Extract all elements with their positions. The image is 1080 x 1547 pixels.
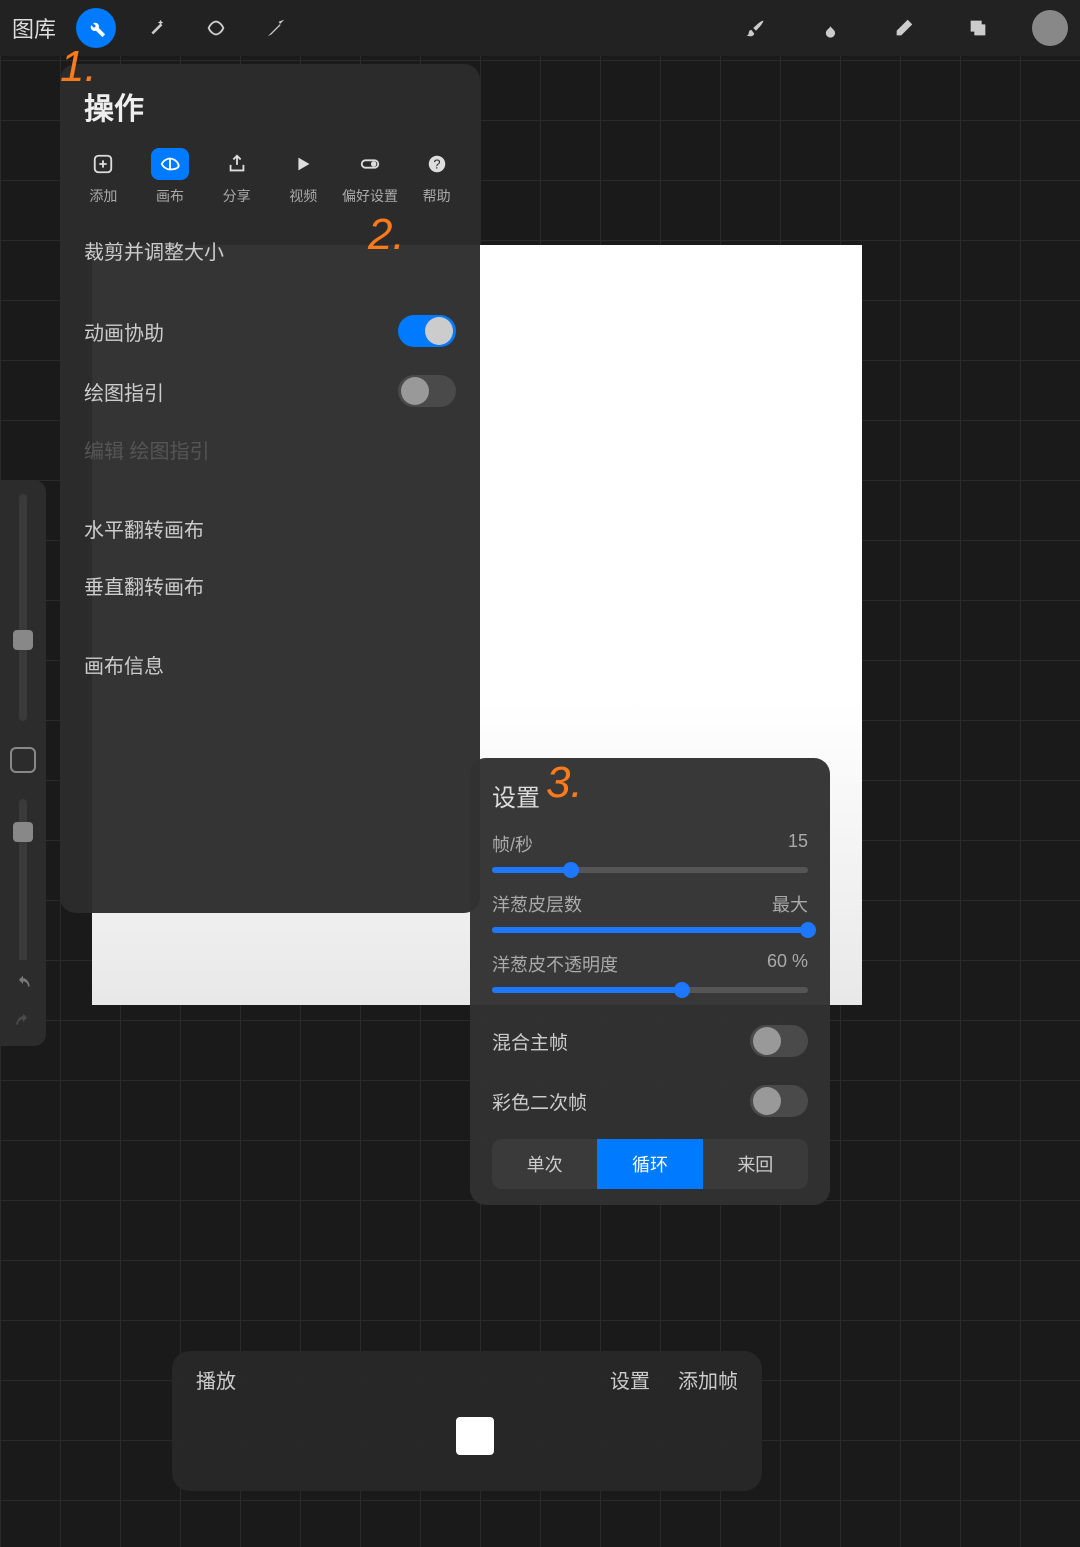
onion-layers-slider[interactable] (492, 927, 808, 933)
wand-icon (145, 17, 167, 39)
color-secondary-label: 彩色二次帧 (492, 1088, 587, 1115)
adjustments-button[interactable] (136, 8, 176, 48)
tab-video-label: 视频 (289, 186, 317, 206)
selection-button[interactable] (196, 8, 236, 48)
smudge-icon (819, 17, 841, 39)
onion-opacity-row: 洋葱皮不透明度 60 % (492, 951, 808, 993)
tab-prefs[interactable]: 偏好设置 (340, 148, 400, 206)
animation-settings-panel: 设置 帧/秒15 洋葱皮层数最大 洋葱皮不透明度60 % 混合主帧 彩色二次帧 … (470, 758, 830, 1205)
play-icon (292, 153, 314, 175)
play-button[interactable]: 播放 (196, 1365, 236, 1394)
playback-mode-segment: 单次 循环 来回 (492, 1139, 808, 1189)
color-secondary-row: 彩色二次帧 (492, 1071, 808, 1131)
canvas-info-row[interactable]: 画布信息 (60, 636, 480, 693)
onion-opacity-slider[interactable] (492, 987, 808, 993)
tab-share[interactable]: 分享 (207, 148, 267, 206)
gallery-button[interactable]: 图库 (12, 12, 56, 44)
selection-icon (205, 17, 227, 39)
undo-redo-bar (0, 960, 46, 1046)
onion-opacity-value: 60 % (767, 951, 808, 977)
eraser-button[interactable] (884, 8, 924, 48)
tab-video[interactable]: 视频 (273, 148, 333, 206)
wrench-icon (85, 17, 107, 39)
blend-main-toggle[interactable] (750, 1025, 808, 1057)
animation-assist-toggle[interactable] (398, 315, 456, 347)
modify-button[interactable] (10, 747, 36, 773)
flip-horizontal-label: 水平翻转画布 (84, 514, 204, 543)
annotation-2: 2. (368, 210, 405, 260)
help-icon: ? (426, 153, 448, 175)
transform-button[interactable] (256, 8, 296, 48)
arrow-icon (265, 17, 287, 39)
drawing-guide-label: 绘图指引 (84, 377, 164, 406)
canvas-info-label: 画布信息 (84, 650, 164, 679)
share-icon (226, 153, 248, 175)
blend-main-label: 混合主帧 (492, 1028, 568, 1055)
drawing-guide-row: 绘图指引 (60, 361, 480, 421)
flip-vertical-label: 垂直翻转画布 (84, 571, 204, 600)
onion-opacity-label: 洋葱皮不透明度 (492, 951, 618, 977)
undo-icon[interactable] (13, 974, 33, 994)
panel-tabs: 添加 画布 分享 视频 偏好设置 ? 帮助 (60, 142, 480, 218)
drawing-guide-toggle[interactable] (398, 375, 456, 407)
tab-prefs-label: 偏好设置 (342, 186, 398, 206)
brush-size-slider[interactable] (19, 494, 27, 721)
redo-icon[interactable] (13, 1012, 33, 1032)
settings-title: 设置 (492, 778, 808, 813)
blend-main-row: 混合主帧 (492, 1011, 808, 1071)
annotation-1: 1. (60, 42, 97, 92)
brush-icon (745, 17, 767, 39)
tab-help[interactable]: ? 帮助 (407, 148, 467, 206)
eraser-icon (893, 17, 915, 39)
add-icon (92, 153, 114, 175)
top-toolbar: 图库 (0, 0, 1080, 56)
left-sidebar (0, 480, 46, 1040)
onion-layers-label: 洋葱皮层数 (492, 891, 582, 917)
segment-loop[interactable]: 循环 (597, 1139, 702, 1189)
color-secondary-toggle[interactable] (750, 1085, 808, 1117)
edit-drawing-guide-row: 编辑 绘图指引 (60, 421, 480, 478)
panel-title: 操作 (60, 84, 480, 142)
canvas-icon (159, 153, 181, 175)
fps-value: 15 (788, 831, 808, 857)
segment-pingpong[interactable]: 来回 (703, 1139, 808, 1189)
layers-button[interactable] (958, 8, 998, 48)
tab-help-label: 帮助 (423, 186, 451, 206)
annotation-3: 3. (546, 758, 583, 808)
flip-vertical-row[interactable]: 垂直翻转画布 (60, 557, 480, 614)
onion-layers-value: 最大 (772, 891, 808, 917)
animation-timeline-bar: 播放 设置 添加帧 (172, 1351, 762, 1491)
timeline-frame[interactable] (456, 1417, 494, 1455)
tab-canvas[interactable]: 画布 (140, 148, 200, 206)
color-picker-button[interactable] (1032, 10, 1068, 46)
timeline-settings-button[interactable]: 设置 (610, 1365, 650, 1394)
tab-add[interactable]: 添加 (73, 148, 133, 206)
tab-add-label: 添加 (89, 186, 117, 206)
edit-drawing-guide-label: 编辑 绘图指引 (84, 435, 210, 464)
animation-assist-row: 动画协助 (60, 301, 480, 361)
timeline-track[interactable] (196, 1414, 738, 1458)
smudge-button[interactable] (810, 8, 850, 48)
tab-share-label: 分享 (223, 186, 251, 206)
crop-resize-label: 裁剪并调整大小 (84, 236, 224, 265)
flip-horizontal-row[interactable]: 水平翻转画布 (60, 500, 480, 557)
onion-layers-row: 洋葱皮层数 最大 (492, 891, 808, 933)
prefs-icon (359, 153, 381, 175)
animation-assist-label: 动画协助 (84, 317, 164, 346)
layers-icon (967, 17, 989, 39)
actions-panel: 操作 添加 画布 分享 视频 偏好设置 ? 帮助 裁剪并调整大小 动 (60, 64, 480, 913)
segment-once[interactable]: 单次 (492, 1139, 597, 1189)
fps-slider[interactable] (492, 867, 808, 873)
add-frame-button[interactable]: 添加帧 (678, 1365, 738, 1394)
svg-text:?: ? (433, 157, 440, 172)
crop-resize-row[interactable]: 裁剪并调整大小 (60, 222, 480, 279)
fps-row: 帧/秒 15 (492, 831, 808, 873)
tab-canvas-label: 画布 (156, 186, 184, 206)
brush-button[interactable] (736, 8, 776, 48)
fps-label: 帧/秒 (492, 831, 533, 857)
